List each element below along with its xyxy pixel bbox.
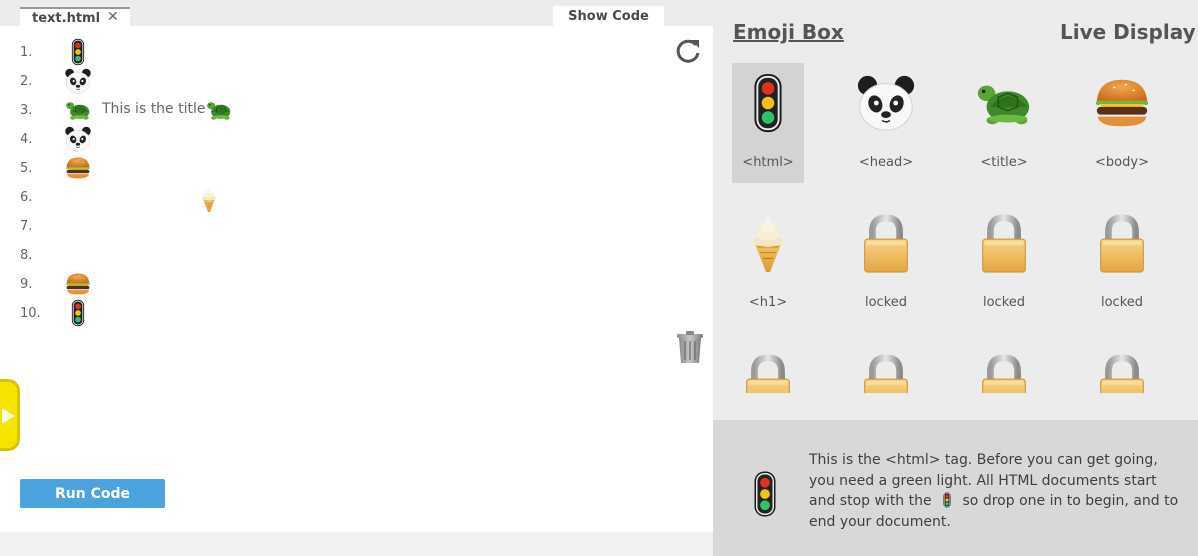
emoji-item-burger[interactable]: <body> [1086, 63, 1158, 183]
lock-icon [855, 352, 917, 393]
line-number: 2. [20, 74, 33, 89]
turtle-icon[interactable] [205, 96, 233, 124]
emoji-box-panel: Emoji Box Live Display <html> <head> <titl… [713, 0, 1198, 420]
turtle-icon[interactable] [64, 96, 92, 124]
emoji-item-label: <h1> [748, 295, 788, 310]
line-number: 4. [20, 132, 33, 147]
line-number: 5. [20, 161, 33, 176]
live-display-title[interactable]: Live Display [1060, 20, 1196, 44]
traffic-light-icon [737, 72, 799, 134]
emoji-item-lock[interactable]: locked [1086, 203, 1158, 323]
line-number: 6. [20, 190, 33, 205]
traffic-light-icon [750, 469, 780, 519]
emoji-item-lock[interactable]: locked [850, 203, 922, 323]
lock-icon [973, 212, 1035, 274]
code-line: 2. [0, 67, 700, 96]
close-icon[interactable]: ✕ [107, 9, 119, 25]
file-tab[interactable]: text.html ✕ [20, 7, 130, 26]
lock-icon [1091, 352, 1153, 393]
code-editor[interactable]: 1. 2. 3. This is the title 4. 5. 6. 7. 8. 9. 10. [0, 26, 713, 556]
lock-icon [973, 352, 1035, 393]
side-panel-handle[interactable] [0, 379, 20, 451]
code-line: 1. [0, 38, 700, 67]
play-arrow-icon [2, 408, 14, 424]
emoji-item-label: <head> [858, 155, 914, 170]
editor-tab-bar: text.html ✕ Show Code [0, 0, 713, 26]
code-line: 8. [0, 241, 700, 270]
title-text: This is the title [102, 101, 206, 117]
emoji-item-label: locked [1100, 295, 1144, 310]
line-number: 8. [20, 248, 33, 263]
trash-icon[interactable] [677, 330, 703, 364]
emoji-item-ice-cream[interactable]: <h1> [732, 203, 804, 323]
emoji-item-label: <title> [980, 155, 1028, 170]
ice-cream-icon[interactable] [195, 185, 223, 213]
emoji-item-label: locked [864, 295, 908, 310]
line-number: 1. [20, 45, 33, 60]
burger-icon [1091, 72, 1153, 134]
code-line: 7. [0, 212, 700, 241]
emoji-item-lock[interactable]: locked [968, 203, 1040, 323]
emoji-item-panda[interactable]: <head> [850, 63, 922, 183]
lock-icon [855, 212, 917, 274]
tag-info-panel: This is the <html> tag. Before you can g… [713, 420, 1198, 556]
burger-icon[interactable] [64, 270, 92, 298]
file-tab-label: text.html [32, 11, 101, 26]
burger-icon[interactable] [64, 154, 92, 182]
code-line: 6. [0, 183, 700, 212]
panda-icon[interactable] [64, 67, 92, 95]
tag-description: This is the <html> tag. Before you can g… [809, 450, 1184, 532]
emoji-item-turtle[interactable]: <title> [968, 63, 1040, 183]
emoji-item-traffic-light[interactable]: <html> [732, 63, 804, 183]
editor-footer [0, 532, 713, 556]
run-code-button[interactable]: Run Code [20, 479, 165, 508]
line-number: 10. [20, 306, 41, 321]
emoji-item-label: <body> [1095, 155, 1149, 170]
traffic-light-icon[interactable] [64, 299, 92, 327]
lock-icon [737, 352, 799, 393]
line-number: 9. [20, 277, 33, 292]
emoji-item-lock[interactable] [732, 343, 804, 393]
emoji-item-lock[interactable] [1086, 343, 1158, 393]
code-line: 3. This is the title [0, 96, 700, 125]
panda-icon [855, 72, 917, 134]
emoji-item-label: <html> [742, 155, 794, 170]
line-number: 3. [20, 103, 33, 118]
emoji-item-lock[interactable] [850, 343, 922, 393]
emoji-box-title[interactable]: Emoji Box [733, 20, 844, 44]
code-line: 10. [0, 299, 700, 328]
turtle-icon [973, 72, 1035, 134]
show-code-button[interactable]: Show Code [553, 6, 664, 26]
traffic-light-icon [940, 492, 954, 508]
code-line: 4. [0, 125, 700, 154]
code-line: 5. [0, 154, 700, 183]
traffic-light-icon[interactable] [64, 38, 92, 66]
panda-icon[interactable] [64, 125, 92, 153]
code-line: 9. [0, 270, 700, 299]
line-number: 7. [20, 219, 33, 234]
emoji-item-lock[interactable] [968, 343, 1040, 393]
ice-cream-icon [737, 212, 799, 274]
refresh-icon[interactable] [674, 37, 702, 65]
emoji-item-label: locked [982, 295, 1026, 310]
lock-icon [1091, 212, 1153, 274]
